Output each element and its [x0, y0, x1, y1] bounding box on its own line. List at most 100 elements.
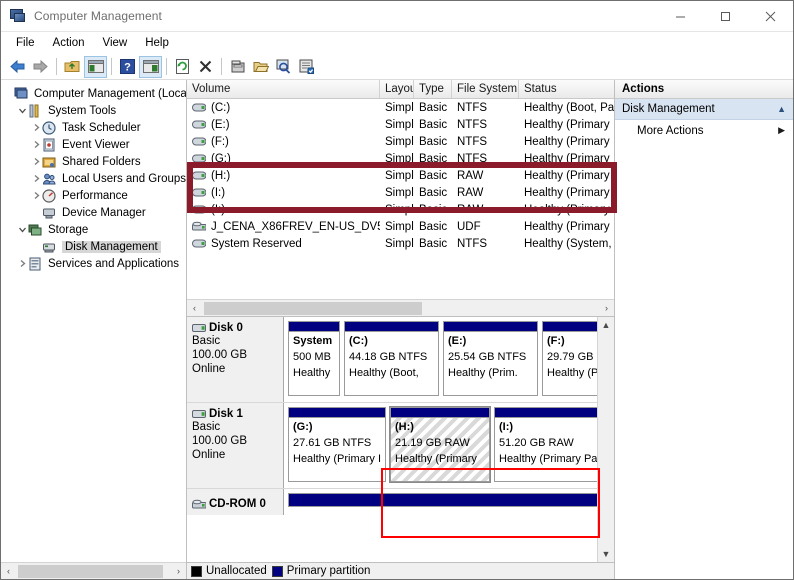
table-row[interactable]: (I:) Simple Basic RAW Healthy (Primary [187, 201, 614, 218]
table-row[interactable]: (H:) Simple Basic RAW Healthy (Primary [187, 167, 614, 184]
tree-item-disk-management[interactable]: Disk Management [1, 238, 186, 255]
table-row[interactable]: J_CENA_X86FREV_EN-US_DV5 (D:) Simple Basic… [187, 218, 614, 235]
volume-list-horizontal-scrollbar[interactable]: ‹ › [187, 299, 614, 316]
disk-info-panel[interactable]: Disk 1 Basic 100.00 GB Online [187, 403, 284, 488]
scroll-left-arrow-icon[interactable]: ‹ [1, 564, 16, 579]
volume-scroll-thumb[interactable] [204, 301, 422, 315]
tree-scroll-thumb[interactable] [18, 564, 163, 578]
tree-twisty-icon[interactable] [17, 225, 28, 234]
disk-info-panel[interactable]: Disk 0 Basic 100.00 GB Online [187, 317, 284, 402]
forward-icon[interactable] [29, 56, 52, 78]
tree-item-services-and-applications[interactable]: Services and Applications [1, 255, 186, 272]
open-icon[interactable] [249, 56, 272, 78]
tree-item-root[interactable]: Computer Management (Local [1, 85, 186, 102]
graphical-view-vertical-scrollbar[interactable]: ▲ ▼ [597, 317, 614, 562]
menu-file[interactable]: File [7, 35, 44, 51]
volume-cell-type: Basic [419, 220, 448, 233]
show-hide-console-tree-icon[interactable] [84, 55, 107, 78]
tree-item-local-users-and-groups[interactable]: Local Users and Groups [1, 170, 186, 187]
tree-twisty-icon[interactable] [17, 259, 28, 268]
scroll-up-arrow-icon[interactable]: ▲ [598, 317, 614, 333]
menu-help[interactable]: Help [136, 35, 178, 51]
actions-header: Actions [615, 80, 793, 99]
maximize-icon[interactable] [703, 1, 748, 32]
volume-label: (E:) [211, 118, 230, 131]
table-row[interactable]: (F:) Simple Basic NTFS Healthy (Primary [187, 133, 614, 150]
actions-group-disk-management[interactable]: Disk Management ▲ [615, 99, 793, 120]
show-hide-action-pane-icon[interactable] [139, 55, 162, 78]
volume-cell-layout: Simple [385, 152, 414, 165]
partition-block[interactable]: (C:) 44.18 GB NTFS Healthy (Boot, [344, 321, 439, 396]
partition-name: (H:) [395, 421, 414, 433]
minimize-icon[interactable] [658, 1, 703, 32]
hard-drive-icon [192, 170, 207, 181]
tree-horizontal-scrollbar[interactable]: ‹ › [1, 562, 186, 579]
tree-twisty-icon[interactable] [31, 123, 42, 132]
volume-cell-layout: Simple [385, 237, 414, 250]
volume-cell-filesystem: UDF [457, 220, 481, 233]
partition-block[interactable]: (H:) 21.19 GB RAW Healthy (Primary [389, 406, 491, 483]
legend-swatch [271, 565, 283, 577]
tree-item-shared-folders[interactable]: Shared Folders [1, 153, 186, 170]
tree-item-device-manager[interactable]: Device Manager [1, 204, 186, 221]
table-row[interactable]: (C:) Simple Basic NTFS Healthy (Boot, Pa [187, 99, 614, 116]
menu-view[interactable]: View [94, 35, 137, 51]
tree-twisty-icon[interactable] [17, 106, 28, 115]
table-row[interactable]: (I:) Simple Basic RAW Healthy (Primary [187, 184, 614, 201]
tree-item-event-viewer[interactable]: Event Viewer [1, 136, 186, 153]
submenu-chevron-right-icon[interactable]: ▶ [778, 125, 785, 136]
action-item-more-actions[interactable]: More Actions ▶ [615, 120, 793, 141]
tree-twisty-icon[interactable] [31, 174, 42, 183]
disk-name: Disk 0 [192, 322, 283, 334]
search-icon[interactable] [272, 56, 295, 78]
tree-item-task-scheduler[interactable]: Task Scheduler [1, 119, 186, 136]
collapse-chevron-up-icon[interactable]: ▲ [777, 104, 786, 114]
partition-size-fs: 51.20 GB RAW [499, 437, 574, 449]
tree-item-system-tools[interactable]: System Tools [1, 102, 186, 119]
scroll-right-arrow-icon[interactable]: › [171, 564, 186, 579]
tree-item-performance[interactable]: Performance [1, 187, 186, 204]
partition-block[interactable]: (F:) 29.79 GB NTFS Healthy (Prima [542, 321, 597, 396]
menu-action[interactable]: Action [44, 35, 94, 51]
volume-column-header-layout[interactable]: Layout [380, 80, 414, 98]
shared-folders-icon [42, 155, 58, 169]
table-row[interactable]: (E:) Simple Basic NTFS Healthy (Primary [187, 116, 614, 133]
partition-name: (C:) [349, 335, 368, 347]
scroll-right-arrow-icon[interactable]: › [599, 301, 614, 316]
partition-block[interactable]: (E:) 25.54 GB NTFS Healthy (Prim. [443, 321, 538, 396]
close-icon[interactable] [748, 1, 793, 32]
partition-body: (C:) 44.18 GB NTFS Healthy (Boot, [345, 332, 438, 395]
volume-label: (G:) [211, 152, 231, 165]
delete-icon[interactable] [194, 56, 217, 78]
back-icon[interactable] [6, 56, 29, 78]
tree-item-storage[interactable]: Storage [1, 221, 186, 238]
cdrom-info-panel[interactable]: CD-ROM 0 [187, 489, 284, 515]
export-list-icon[interactable] [295, 56, 318, 78]
volume-cell-layout: Simple [385, 169, 414, 182]
volume-column-header-volume[interactable]: Volume [187, 80, 380, 98]
partition-block[interactable]: (G:) 27.61 GB NTFS Healthy (Primary I [288, 407, 386, 482]
partition-block[interactable]: System 500 MB Healthy [288, 321, 340, 396]
volume-scroll-track[interactable] [202, 300, 599, 316]
properties-icon[interactable] [226, 56, 249, 78]
disk-capacity: 100.00 GB [192, 349, 247, 361]
partition-block[interactable]: (I:) 51.20 GB RAW Healthy (Primary Pa [494, 407, 597, 482]
partition-capacity-bar [495, 408, 597, 418]
help-icon[interactable]: ? [116, 56, 139, 78]
table-row[interactable]: System Reserved Simple Basic NTFS Healthy (S… [187, 235, 614, 252]
tree-twisty-icon[interactable] [31, 140, 42, 149]
tree-scroll-track[interactable] [16, 563, 171, 579]
partition-body: (G:) 27.61 GB NTFS Healthy (Primary I [289, 418, 385, 481]
volume-column-header-file-system[interactable]: File System [452, 80, 519, 98]
tree-twisty-icon[interactable] [31, 157, 42, 166]
up-one-level-icon[interactable] [61, 56, 84, 78]
scroll-down-arrow-icon[interactable]: ▼ [598, 546, 614, 562]
scroll-left-arrow-icon[interactable]: ‹ [187, 301, 202, 316]
table-row[interactable]: (G:) Simple Basic NTFS Healthy (Primary [187, 150, 614, 167]
tree-twisty-icon[interactable] [31, 191, 42, 200]
cdrom-capacity-bar[interactable] [288, 493, 597, 507]
partition-status: Healthy (Prim. [448, 367, 518, 379]
tree-item-label: Performance [62, 189, 128, 202]
refresh-icon[interactable] [171, 56, 194, 78]
volume-column-header-type[interactable]: Type [414, 80, 452, 98]
